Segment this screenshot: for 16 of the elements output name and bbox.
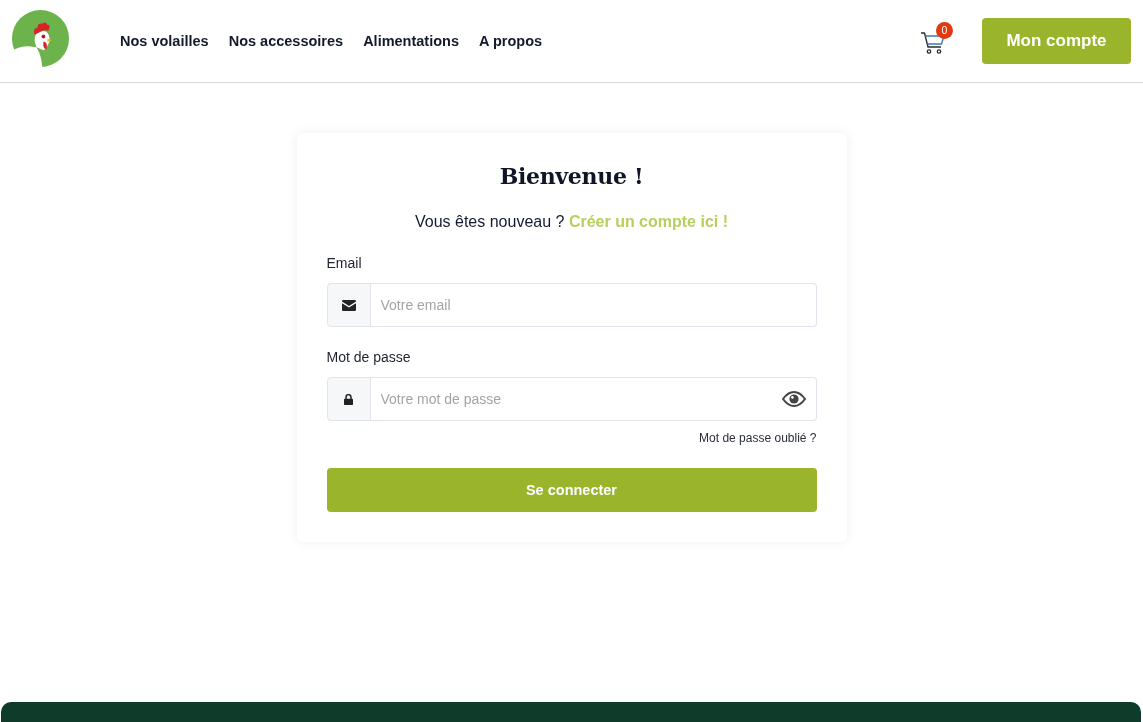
password-field[interactable]: Votre mot de passe — [370, 377, 817, 421]
nav-link[interactable]: Nos accessoires — [228, 33, 344, 49]
nav-link[interactable]: A propos — [479, 33, 543, 49]
nav-link[interactable]: Nos volailles — [120, 33, 209, 49]
eye-icon[interactable] — [781, 391, 806, 407]
cart-count-badge: 0 — [936, 22, 953, 39]
rooster-logo[interactable] — [11, 9, 70, 69]
forgot-password-link[interactable]: Mot de passe oublié ? — [699, 430, 817, 446]
welcome-title: Bienvenue ! — [499, 163, 644, 189]
email-field[interactable]: Votre email — [370, 283, 817, 327]
field-label: Mot de passe — [326, 348, 411, 367]
envelope-icon — [341, 299, 356, 311]
nav-link[interactable]: Alimentations — [363, 33, 459, 49]
lock-icon — [344, 393, 353, 405]
field-label: Email — [326, 254, 362, 273]
signup-prompt: Vous êtes nouveau ? Créer un compte ici ! — [414, 212, 729, 232]
